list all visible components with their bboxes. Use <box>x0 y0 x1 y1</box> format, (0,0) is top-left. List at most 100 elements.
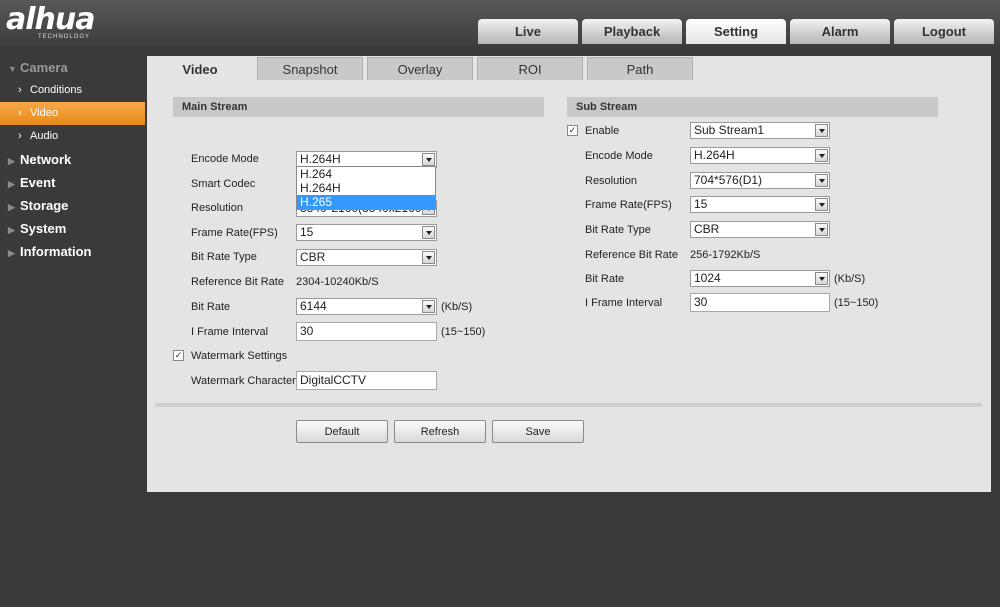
bit-rate-unit: (Kb/S) <box>441 301 473 313</box>
encode-mode-dropdown: H.264 H.264H H.265 <box>296 166 436 210</box>
sub-resolution-label: Resolution <box>585 175 637 187</box>
bit-rate-select[interactable]: 6144 <box>296 298 437 315</box>
bit-rate-label: Bit Rate <box>191 301 231 313</box>
sidebar-item-audio[interactable]: › Audio <box>0 125 147 148</box>
tab-overlay[interactable]: Overlay <box>367 57 473 80</box>
sidebar-item-label: Conditions <box>30 84 82 96</box>
tab-snapshot[interactable]: Snapshot <box>257 57 363 80</box>
tab-alarm[interactable]: Alarm <box>790 19 890 44</box>
watermark-checkbox[interactable]: ✓ <box>173 350 184 361</box>
sub-reference-bit-rate-label: Reference Bit Rate <box>585 249 678 261</box>
sidebar-item-label: Network <box>20 152 72 167</box>
sidebar-item-label: Camera <box>20 60 68 75</box>
tab-path[interactable]: Path <box>587 57 693 80</box>
tab-logout[interactable]: Logout <box>894 19 994 44</box>
triangle-right-icon: ▶ <box>8 248 15 258</box>
encode-option-highlighted[interactable]: H.265 <box>297 195 435 209</box>
sidebar-item-label: Information <box>20 244 92 259</box>
watermark-character-input[interactable]: DigitalCCTV <box>296 371 437 390</box>
divider <box>155 403 982 407</box>
triangle-right-icon: ▶ <box>8 156 15 166</box>
save-button[interactable]: Save <box>492 420 584 443</box>
dropdown-arrow-icon[interactable] <box>422 153 435 166</box>
sidebar-item-event[interactable]: ▶ Event <box>0 171 147 194</box>
triangle-right-icon: ▶ <box>8 225 15 235</box>
tab-roi[interactable]: ROI <box>477 57 583 80</box>
sub-resolution-select[interactable]: 704*576(D1) <box>690 172 830 189</box>
main-stream-header: Main Stream <box>173 97 544 117</box>
reference-bit-rate-value: 2304-10240Kb/S <box>296 276 379 288</box>
sub-encode-mode-select[interactable]: H.264H <box>690 147 830 164</box>
sidebar-item-network[interactable]: ▶ Network <box>0 148 147 171</box>
sub-bit-rate-value: 1024 <box>694 271 721 285</box>
tab-playback[interactable]: Playback <box>582 19 682 44</box>
refresh-button[interactable]: Refresh <box>394 420 486 443</box>
sub-i-frame-interval-range: (15~150) <box>834 297 879 309</box>
reference-bit-rate-label: Reference Bit Rate <box>191 276 284 288</box>
dropdown-arrow-icon[interactable] <box>815 149 828 162</box>
dropdown-arrow-icon[interactable] <box>422 300 435 313</box>
sidebar-item-information[interactable]: ▶ Information <box>0 240 147 263</box>
frame-rate-label: Frame Rate(FPS) <box>191 227 278 239</box>
bit-rate-value: 6144 <box>300 299 327 313</box>
sub-stream-value: Sub Stream1 <box>694 123 765 137</box>
tab-video[interactable]: Video <box>147 57 253 80</box>
triangle-right-icon: ▶ <box>8 202 15 212</box>
watermark-settings-label: Watermark Settings <box>191 350 288 362</box>
sub-i-frame-interval-input[interactable]: 30 <box>690 293 830 312</box>
sidebar-item-camera[interactable]: ▼ Camera <box>0 56 147 79</box>
dropdown-arrow-icon[interactable] <box>815 223 828 236</box>
triangle-down-icon: ▼ <box>8 64 17 74</box>
i-frame-interval-input[interactable]: 30 <box>296 322 437 341</box>
i-frame-interval-label: I Frame Interval <box>191 326 269 338</box>
dropdown-arrow-icon[interactable] <box>815 174 828 187</box>
sub-bit-rate-select[interactable]: 1024 <box>690 270 830 287</box>
sidebar-item-label: Event <box>20 175 56 190</box>
dropdown-arrow-icon[interactable] <box>422 251 435 264</box>
encode-option[interactable]: H.264H <box>297 181 435 195</box>
sub-stream-header: Sub Stream <box>567 97 938 117</box>
bit-rate-type-value: CBR <box>300 250 326 264</box>
sub-bit-rate-unit: (Kb/S) <box>834 273 866 285</box>
sub-reference-bit-rate-value: 256-1792Kb/S <box>690 249 761 261</box>
frame-rate-value: 15 <box>300 225 314 239</box>
i-frame-interval-range: (15~150) <box>441 326 486 338</box>
sub-bit-rate-type-label: Bit Rate Type <box>585 224 651 236</box>
sidebar-item-system[interactable]: ▶ System <box>0 217 147 240</box>
sidebar-item-label: Storage <box>20 198 69 213</box>
dropdown-arrow-icon[interactable] <box>815 124 828 137</box>
triangle-right-icon: ▶ <box>8 179 15 189</box>
tab-setting[interactable]: Setting <box>686 19 786 44</box>
tab-live[interactable]: Live <box>478 19 578 44</box>
default-button[interactable]: Default <box>296 420 388 443</box>
sidebar-item-video[interactable]: › Video <box>0 102 145 125</box>
chevron-right-icon: › <box>18 107 22 119</box>
sub-resolution-value: 704*576(D1) <box>694 173 763 187</box>
dropdown-arrow-icon[interactable] <box>422 226 435 239</box>
brand-logo: alhua <box>6 2 95 37</box>
encode-option[interactable]: H.264 <box>297 167 435 181</box>
brand-subtitle: TECHNOLOGY <box>38 34 91 40</box>
top-tabs: Live Playback Setting Alarm Logout <box>478 19 998 44</box>
sub-frame-rate-label: Frame Rate(FPS) <box>585 199 672 211</box>
sub-encode-mode-value: H.264H <box>694 148 735 162</box>
resolution-label: Resolution <box>191 202 243 214</box>
dropdown-arrow-icon[interactable] <box>815 198 828 211</box>
sub-stream-select[interactable]: Sub Stream1 <box>690 122 830 139</box>
encode-mode-value: H.264H <box>300 152 341 166</box>
sub-bit-rate-type-select[interactable]: CBR <box>690 221 830 238</box>
sub-tabs: Video Snapshot Overlay ROI Path <box>147 57 697 80</box>
sidebar-item-storage[interactable]: ▶ Storage <box>0 194 147 217</box>
sidebar-item-conditions[interactable]: › Conditions <box>0 79 147 102</box>
enable-checkbox[interactable]: ✓ <box>567 125 578 136</box>
sub-encode-mode-label: Encode Mode <box>585 150 653 162</box>
frame-rate-select[interactable]: 15 <box>296 224 437 241</box>
sub-frame-rate-select[interactable]: 15 <box>690 196 830 213</box>
dropdown-arrow-icon[interactable] <box>815 272 828 285</box>
sidebar: ▼ Camera › Conditions › Video › Audio ▶ Netwo… <box>0 56 147 263</box>
sub-bit-rate-label: Bit Rate <box>585 273 625 285</box>
enable-label: Enable <box>585 125 620 137</box>
sidebar-item-label: Video <box>30 107 58 119</box>
bit-rate-type-select[interactable]: CBR <box>296 249 437 266</box>
chevron-right-icon: › <box>18 130 22 142</box>
